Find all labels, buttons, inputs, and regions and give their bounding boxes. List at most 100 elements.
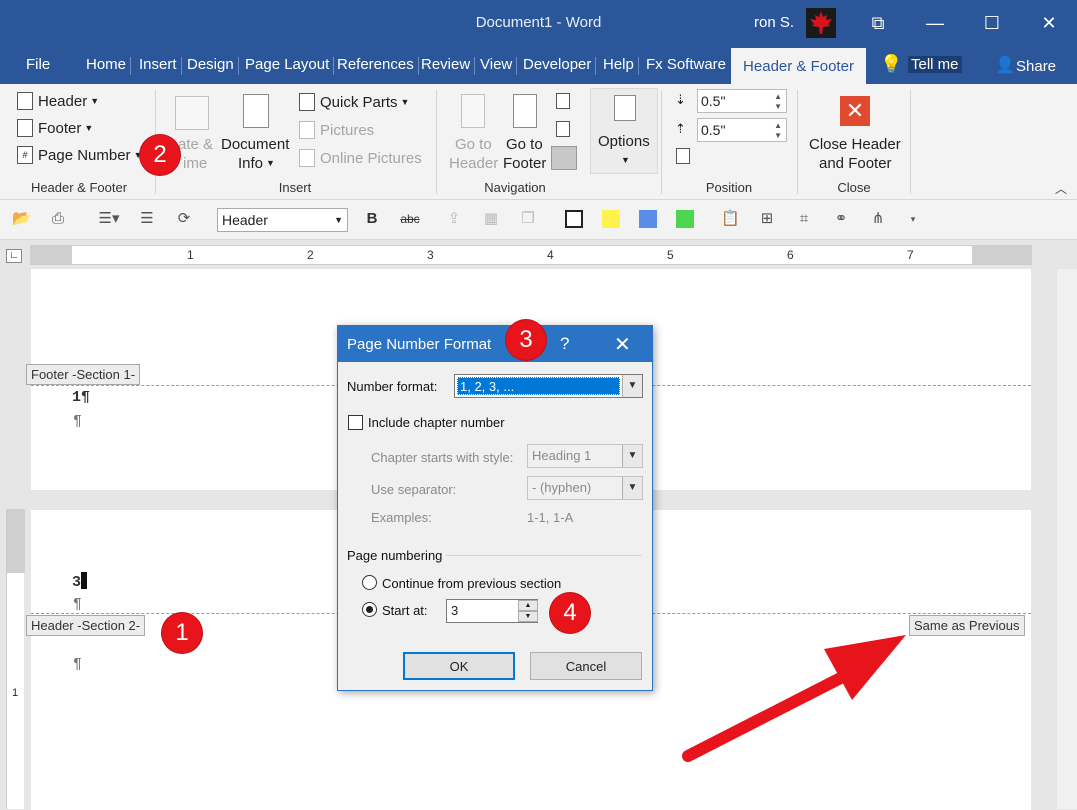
go-to-footer-label[interactable]: Footer bbox=[503, 155, 546, 172]
avatar[interactable] bbox=[806, 8, 836, 38]
tab-review[interactable]: Review bbox=[421, 56, 476, 75]
horizontal-ruler[interactable]: 1 2 3 4 5 6 7 bbox=[30, 245, 1032, 265]
spin-down-icon[interactable]: ▼ bbox=[774, 131, 782, 140]
ok-button[interactable]: OK bbox=[403, 652, 515, 680]
options-icon bbox=[614, 95, 636, 121]
date-time-label-2[interactable]: ime bbox=[183, 155, 207, 172]
print-icon[interactable]: ⎙ bbox=[49, 210, 67, 228]
tab-fx-software[interactable]: Fx Software bbox=[646, 56, 726, 73]
document-info-button[interactable]: Document bbox=[221, 136, 289, 153]
header-position-input[interactable]: 0.5" ▲ ▼ bbox=[697, 89, 787, 113]
group-label-close: Close bbox=[837, 180, 871, 195]
date-time-label-1[interactable]: ate & bbox=[178, 136, 213, 153]
online-pictures-button[interactable]: Online Pictures bbox=[320, 150, 422, 167]
document-info-label: Info bbox=[238, 155, 264, 172]
spin-up-icon[interactable]: ▲ bbox=[774, 92, 782, 101]
spin-down-icon[interactable]: ▼ bbox=[518, 611, 538, 622]
close-window-button[interactable]: ✕ bbox=[1029, 8, 1069, 38]
go-to-footer-button[interactable]: Go to bbox=[506, 136, 543, 153]
style-select[interactable]: Header ▼ bbox=[217, 208, 348, 232]
maximize-button[interactable]: ☐ bbox=[972, 8, 1012, 38]
separator-select[interactable]: - (hyphen) ▼ bbox=[527, 476, 643, 500]
ribbon-display-options-button[interactable]: ⧉ bbox=[858, 8, 898, 38]
paste-icon[interactable]: 📋 bbox=[721, 210, 740, 228]
page-number-field-2[interactable]: 3 bbox=[72, 572, 88, 591]
dialog-help-button[interactable]: ? bbox=[560, 334, 569, 354]
link-to-previous-button[interactable] bbox=[551, 146, 577, 170]
tab-view[interactable]: View bbox=[480, 56, 518, 75]
yellow-color-swatch[interactable] bbox=[602, 210, 620, 228]
start-at-radio[interactable] bbox=[362, 602, 377, 617]
include-chapter-checkbox[interactable] bbox=[348, 415, 363, 430]
chevron-down-icon: ▼ bbox=[90, 96, 100, 106]
blue-color-swatch[interactable] bbox=[639, 210, 657, 228]
bullet-list-icon[interactable]: ☰ bbox=[138, 210, 156, 228]
tab-insert[interactable]: Insert bbox=[139, 56, 181, 75]
quick-access-toolbar: 📂 ⎙ ☰▾ ☰ ⟳ Header ▼ B abc ⇪ ▦ ❐ 📋 ⊞ ⌗ ⚭ ⋔… bbox=[0, 200, 1077, 240]
go-to-header-label[interactable]: Header bbox=[449, 155, 498, 172]
dialog-title-bar[interactable]: Page Number Format ? ✕ bbox=[338, 326, 652, 362]
customize-toolbar-icon[interactable]: ▾ bbox=[904, 210, 922, 228]
org-chart-icon[interactable]: ⋔ bbox=[869, 210, 887, 228]
folder-star-icon[interactable]: 📂 bbox=[12, 210, 31, 228]
spin-down-icon[interactable]: ▼ bbox=[774, 102, 782, 111]
tab-design[interactable]: Design bbox=[187, 56, 239, 75]
vertical-ruler[interactable]: 1 bbox=[6, 509, 25, 809]
spin-up-icon[interactable]: ▲ bbox=[774, 121, 782, 130]
close-header-footer-button[interactable]: Close Header bbox=[809, 136, 901, 153]
tab-references[interactable]: References bbox=[337, 56, 419, 75]
number-format-select[interactable]: 1, 2, 3, ... ▼ bbox=[454, 374, 643, 398]
refresh-icon[interactable]: ⟳ bbox=[175, 210, 193, 228]
tab-selector-icon[interactable]: ∟ bbox=[6, 249, 22, 263]
minimize-button[interactable]: — bbox=[915, 8, 955, 38]
cancel-button[interactable]: Cancel bbox=[530, 652, 642, 680]
tab-page-layout[interactable]: Page Layout bbox=[245, 56, 335, 75]
page-number-button[interactable]: Page Number ▼ bbox=[38, 147, 142, 164]
document-info-button-2[interactable]: Info ▼ bbox=[238, 155, 275, 172]
tab-file[interactable]: File bbox=[26, 56, 50, 73]
unlink-icon[interactable]: ⚭ bbox=[832, 210, 850, 228]
tab-home[interactable]: Home bbox=[86, 56, 132, 75]
lock-icon[interactable]: ⇪ bbox=[445, 210, 463, 228]
tab-help[interactable]: Help bbox=[603, 56, 639, 75]
tab-developer[interactable]: Developer bbox=[523, 56, 597, 75]
vertical-scrollbar[interactable] bbox=[1057, 269, 1077, 809]
close-icon[interactable]: ✕ bbox=[840, 96, 870, 126]
share-button[interactable]: Share bbox=[1016, 58, 1056, 75]
header-button[interactable]: Header ▼ bbox=[38, 93, 99, 110]
alignment-tab-icon[interactable] bbox=[676, 148, 690, 164]
white-color-swatch[interactable] bbox=[565, 210, 583, 228]
page-number-field[interactable]: 1¶ bbox=[72, 389, 90, 406]
next-icon[interactable] bbox=[556, 121, 570, 137]
close-header-footer-label[interactable]: and Footer bbox=[819, 155, 892, 172]
options-button[interactable]: Options ▼ bbox=[590, 88, 658, 174]
green-color-swatch[interactable] bbox=[676, 210, 694, 228]
dialog-close-button[interactable]: ✕ bbox=[614, 332, 631, 357]
previous-icon[interactable] bbox=[556, 93, 570, 109]
crop-icon[interactable]: ⌗ bbox=[795, 210, 813, 228]
continue-radio[interactable] bbox=[362, 575, 377, 590]
table-icon[interactable]: ▦ bbox=[482, 210, 500, 228]
start-at-spinner[interactable]: ▲ ▼ bbox=[518, 600, 538, 622]
numbered-list-icon[interactable]: ☰▾ bbox=[94, 210, 124, 228]
footer-position-input[interactable]: 0.5" ▲ ▼ bbox=[697, 118, 787, 142]
tab-header-footer[interactable]: Header & Footer bbox=[731, 48, 866, 84]
collapse-ribbon-icon[interactable]: ︿ bbox=[1055, 180, 1067, 197]
spin-up-icon[interactable]: ▲ bbox=[518, 600, 538, 611]
tell-me-search[interactable]: Tell me bbox=[908, 56, 962, 73]
start-at-label: Start at: bbox=[382, 603, 428, 618]
copy-icon[interactable]: ❐ bbox=[519, 210, 537, 228]
continue-label: Continue from previous section bbox=[382, 576, 562, 591]
go-to-header-button[interactable]: Go to bbox=[455, 136, 492, 153]
bold-button[interactable]: B bbox=[363, 210, 381, 228]
header-position-value: 0.5" bbox=[701, 93, 726, 109]
strikethrough-button[interactable]: abc bbox=[397, 210, 423, 228]
user-name[interactable]: ron S. bbox=[754, 14, 794, 31]
quick-parts-button[interactable]: Quick Parts ▼ bbox=[320, 94, 409, 111]
borders-icon[interactable]: ⊞ bbox=[758, 210, 776, 228]
quick-parts-icon bbox=[299, 93, 315, 111]
pictures-button[interactable]: Pictures bbox=[320, 122, 374, 139]
ruler-mark: 5 bbox=[667, 248, 674, 262]
footer-button[interactable]: Footer ▼ bbox=[38, 120, 93, 137]
chapter-style-select[interactable]: Heading 1 ▼ bbox=[527, 444, 643, 468]
